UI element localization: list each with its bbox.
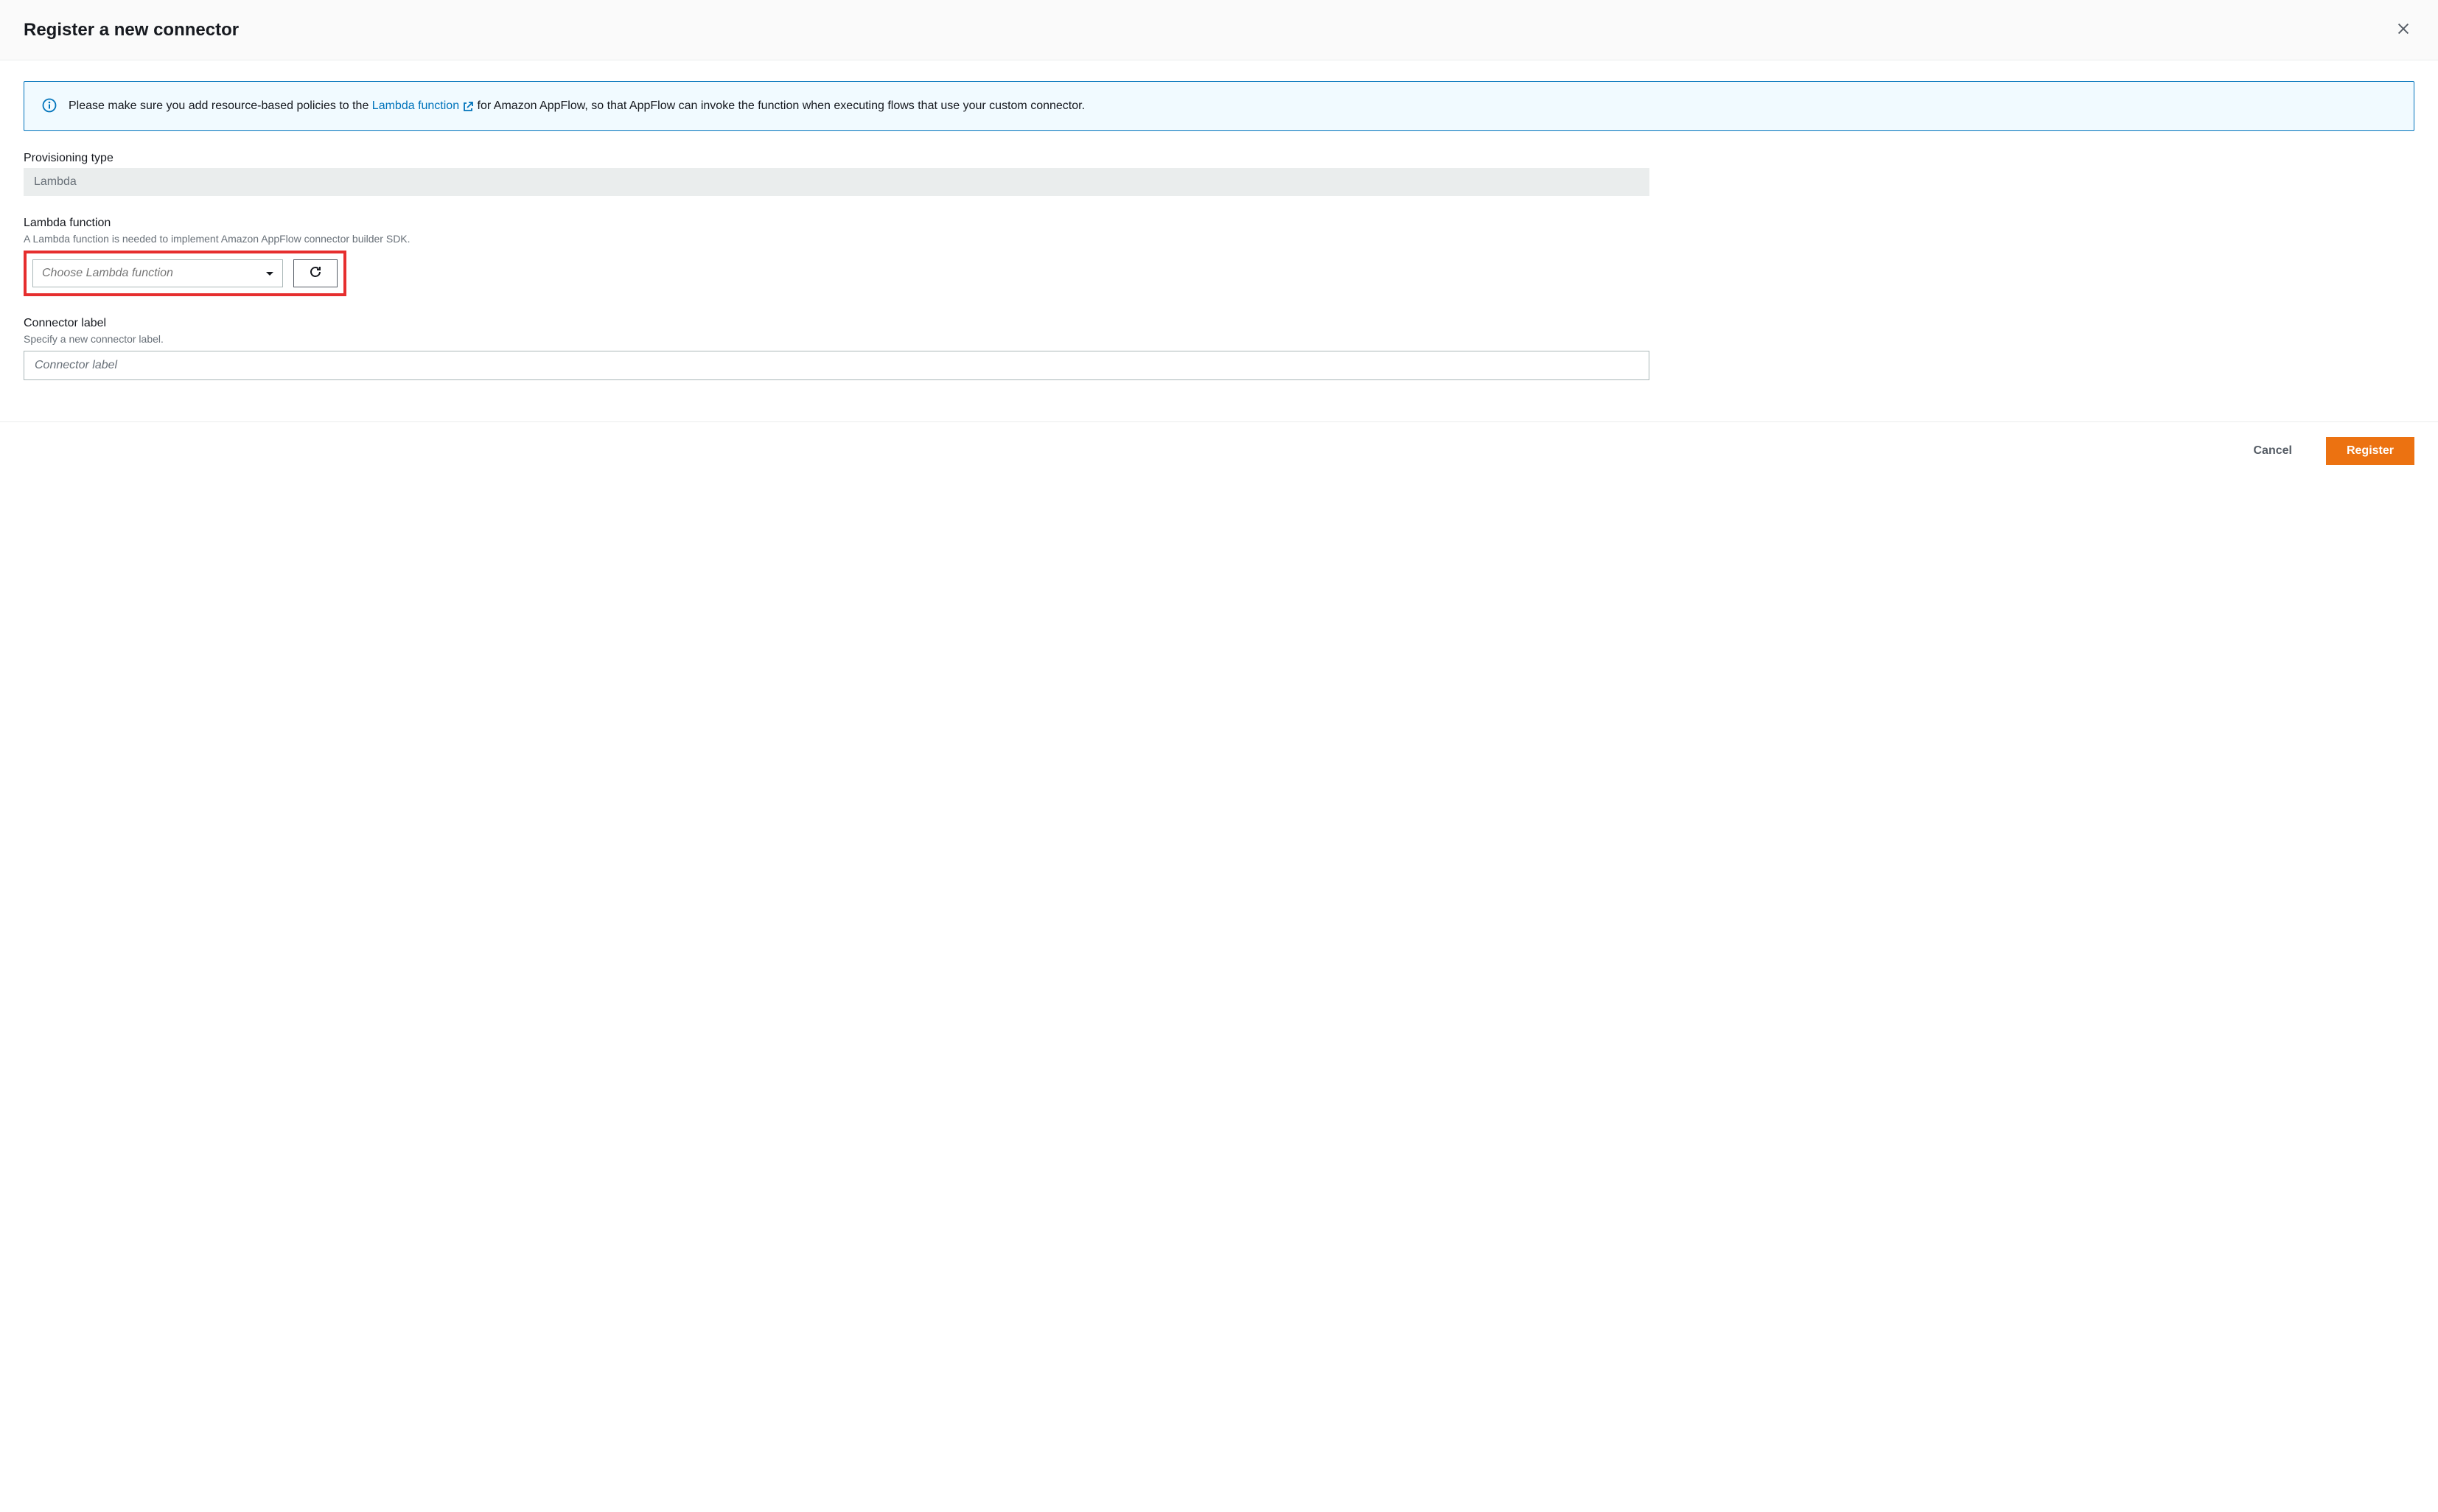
provisioning-type-label: Provisioning type bbox=[24, 152, 2414, 165]
info-text-before: Please make sure you add resource-based … bbox=[69, 99, 372, 112]
modal-footer: Cancel Register bbox=[0, 421, 2438, 480]
info-text-after: for Amazon AppFlow, so that AppFlow can … bbox=[474, 99, 1085, 112]
lambda-function-label: Lambda function bbox=[24, 217, 2414, 230]
provisioning-type-group: Provisioning type bbox=[24, 152, 2414, 196]
lambda-function-select-wrap bbox=[32, 259, 283, 287]
close-icon bbox=[2395, 21, 2411, 39]
lambda-function-helper: A Lambda function is needed to implement… bbox=[24, 233, 2414, 245]
connector-label-group: Connector label Specify a new connector … bbox=[24, 317, 2414, 380]
info-icon bbox=[42, 98, 57, 113]
modal-title: Register a new connector bbox=[24, 20, 239, 41]
refresh-button[interactable] bbox=[293, 259, 338, 287]
modal-header: Register a new connector bbox=[0, 0, 2438, 60]
info-alert-text: Please make sure you add resource-based … bbox=[69, 97, 1085, 116]
register-button[interactable]: Register bbox=[2326, 437, 2414, 465]
refresh-icon bbox=[308, 265, 323, 281]
provisioning-type-field bbox=[24, 168, 1649, 196]
lambda-function-link[interactable]: Lambda function bbox=[372, 97, 474, 116]
connector-label-input[interactable] bbox=[24, 351, 1649, 380]
lambda-function-select[interactable] bbox=[32, 259, 283, 287]
cancel-button[interactable]: Cancel bbox=[2233, 437, 2313, 465]
connector-label-helper: Specify a new connector label. bbox=[24, 333, 2414, 345]
info-link-text: Lambda function bbox=[372, 97, 459, 116]
modal-body: Please make sure you add resource-based … bbox=[0, 60, 2438, 421]
lambda-function-group: Lambda function A Lambda function is nee… bbox=[24, 217, 2414, 296]
connector-label-label: Connector label bbox=[24, 317, 2414, 330]
info-alert: Please make sure you add resource-based … bbox=[24, 81, 2414, 131]
external-link-icon bbox=[462, 100, 474, 112]
close-button[interactable] bbox=[2392, 18, 2414, 42]
lambda-function-highlight bbox=[24, 251, 346, 296]
